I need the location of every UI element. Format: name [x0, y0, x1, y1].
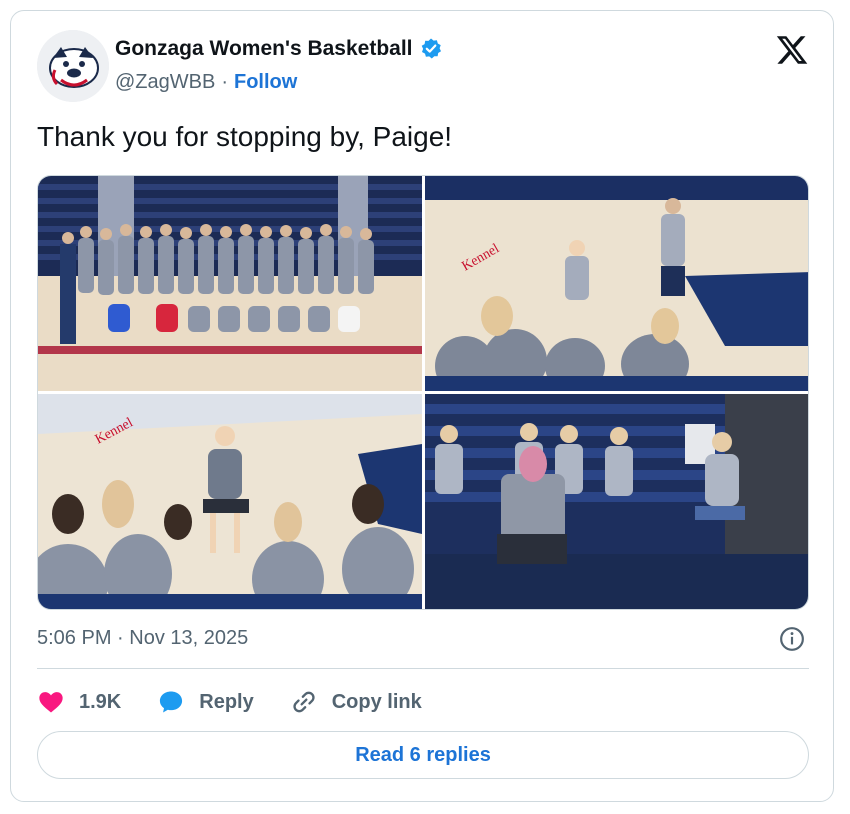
tweet-card: Gonzaga Women's Basketball @ZagWBB · Fol…: [10, 10, 834, 802]
photo-team-group[interactable]: [38, 176, 422, 391]
photo-bleachers[interactable]: [425, 394, 808, 609]
handle[interactable]: @ZagWBB: [115, 71, 215, 94]
avatar[interactable]: [37, 30, 109, 102]
separator-dot: ·: [221, 71, 228, 93]
copy-link-button[interactable]: Copy link: [290, 688, 422, 716]
read-replies-button[interactable]: Read 6 replies: [37, 731, 809, 779]
like-count: 1.9K: [79, 690, 122, 713]
author-name-row: Gonzaga Women's Basketball: [115, 37, 443, 61]
tweet-text: Thank you for stopping by, Paige!: [37, 121, 453, 152]
link-icon: [293, 691, 315, 713]
info-icon[interactable]: [779, 626, 805, 652]
reply-label: Reply: [199, 690, 254, 713]
heart-icon: [39, 692, 63, 713]
speech-bubble-icon: [160, 691, 183, 713]
display-name[interactable]: Gonzaga Women's Basketball: [115, 37, 413, 61]
photo-seated-speaker[interactable]: Kennel: [38, 394, 422, 609]
divider: [37, 668, 809, 669]
read-replies-label: Read 6 replies: [355, 743, 491, 766]
tweet-timestamp[interactable]: 5:06 PM · Nov 13, 2025: [37, 627, 248, 650]
handle-row: @ZagWBB · Follow: [115, 71, 297, 94]
copy-link-label: Copy link: [331, 690, 422, 713]
verified-badge-icon: [421, 38, 441, 59]
x-logo-icon[interactable]: [775, 33, 809, 67]
photo-court-talk[interactable]: Kennel: [425, 176, 808, 391]
reply-button[interactable]: Reply: [157, 688, 254, 716]
media-grid: Kennel Kennel: [37, 175, 809, 610]
like-button[interactable]: 1.9K: [37, 688, 121, 716]
follow-button[interactable]: Follow: [234, 71, 297, 94]
action-bar: 1.9K Reply Copy link: [37, 685, 458, 719]
